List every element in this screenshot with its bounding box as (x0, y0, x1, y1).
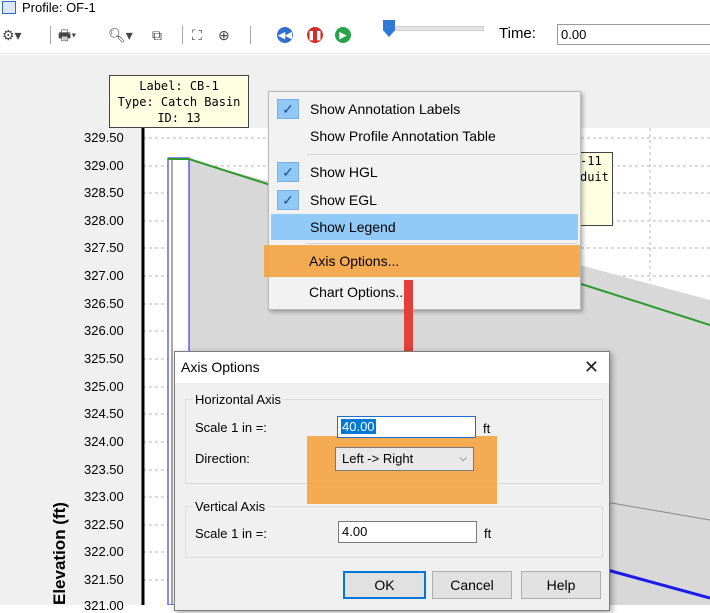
annotation-line: Type: Catch Basin (117, 95, 241, 109)
y-tick: 325.50 (84, 351, 124, 366)
y-tick: 327.50 (84, 240, 124, 255)
menu-item-show-legend[interactable]: Show Legend (271, 214, 578, 240)
menu-item-label: Show Legend (310, 219, 396, 235)
h-unit-label: ft (483, 421, 491, 436)
menu-item-chart-options[interactable]: Chart Options... (270, 279, 577, 305)
v-unit-label: ft (484, 526, 492, 541)
y-tick: 326.00 (84, 323, 124, 338)
y-tick: 324.50 (84, 406, 124, 421)
y-tick: 326.50 (84, 296, 124, 311)
y-tick: 324.00 (84, 434, 124, 449)
annotation-line: ID: 13 (157, 111, 201, 125)
menu-item-label: Show EGL (310, 192, 377, 208)
vertical-axis-group-label: Vertical Axis (193, 499, 268, 514)
check-icon: ✓ (277, 190, 299, 210)
y-tick: 328.00 (84, 213, 124, 228)
y-tick: 323.00 (84, 489, 124, 504)
menu-item-label: Show HGL (310, 164, 378, 180)
annotation-label-conduit[interactable]: -11 duit (577, 152, 613, 226)
check-icon: ✓ (277, 99, 299, 119)
y-tick: 327.00 (84, 268, 124, 283)
menu-item-show-profile-annotation-table[interactable]: Show Profile Annotation Table (271, 123, 578, 149)
y-tick: 325.00 (84, 379, 124, 394)
help-button[interactable]: Help (521, 571, 601, 599)
direction-select[interactable]: Left -> Right ⌵ (335, 447, 474, 471)
chevron-down-icon: ⌵ (459, 453, 467, 464)
menu-item-show-egl[interactable]: ✓ Show EGL (271, 187, 578, 213)
y-tick: 321.50 (84, 572, 124, 587)
direction-label: Direction: (195, 451, 250, 466)
horizontal-axis-group-label: Horizontal Axis (193, 392, 283, 407)
annotation-line: Label: CB-1 (139, 79, 219, 93)
menu-separator (307, 154, 577, 155)
y-tick: 322.00 (84, 544, 124, 559)
y-tick: 329.00 (84, 158, 124, 173)
h-scale-input[interactable]: 40.00 (337, 416, 476, 438)
v-scale-label: Scale 1 in =: (195, 526, 267, 541)
menu-item-show-hgl[interactable]: ✓ Show HGL (271, 159, 578, 185)
y-tick: 329.50 (84, 130, 124, 145)
h-scale-value: 40.00 (341, 419, 376, 434)
direction-value: Left -> Right (342, 451, 414, 466)
check-icon: ✓ (277, 162, 299, 182)
y-tick: 322.50 (84, 517, 124, 532)
menu-item-show-annotation-labels[interactable]: ✓ Show Annotation Labels (271, 96, 578, 122)
annotation-label-cb1[interactable]: Label: CB-1 Type: Catch Basin ID: 13 (109, 75, 249, 128)
ok-button[interactable]: OK (343, 571, 426, 599)
close-icon[interactable]: ✕ (584, 357, 599, 377)
menu-item-axis-options[interactable]: Axis Options... (270, 248, 577, 274)
y-axis-title: Elevation (ft) (50, 502, 69, 605)
annotation-line: -11 (580, 154, 602, 168)
dialog-titlebar: Axis Options ✕ (175, 352, 609, 383)
context-menu: ✓ Show Annotation Labels Show Profile An… (268, 91, 581, 310)
v-scale-input[interactable]: 4.00 (338, 521, 477, 543)
menu-item-label: Axis Options... (309, 253, 400, 269)
menu-separator (307, 243, 577, 244)
h-scale-label: Scale 1 in =: (195, 420, 267, 435)
y-tick: 328.50 (84, 185, 124, 200)
menu-item-label: Show Profile Annotation Table (310, 128, 496, 144)
menu-item-label: Chart Options... (309, 284, 408, 300)
y-tick: 323.50 (84, 462, 124, 477)
cancel-button[interactable]: Cancel (432, 571, 512, 599)
annotation-line: duit (580, 170, 609, 184)
y-tick: 321.00 (84, 598, 124, 613)
menu-item-label: Show Annotation Labels (310, 101, 461, 117)
dialog-title: Axis Options (181, 359, 260, 375)
